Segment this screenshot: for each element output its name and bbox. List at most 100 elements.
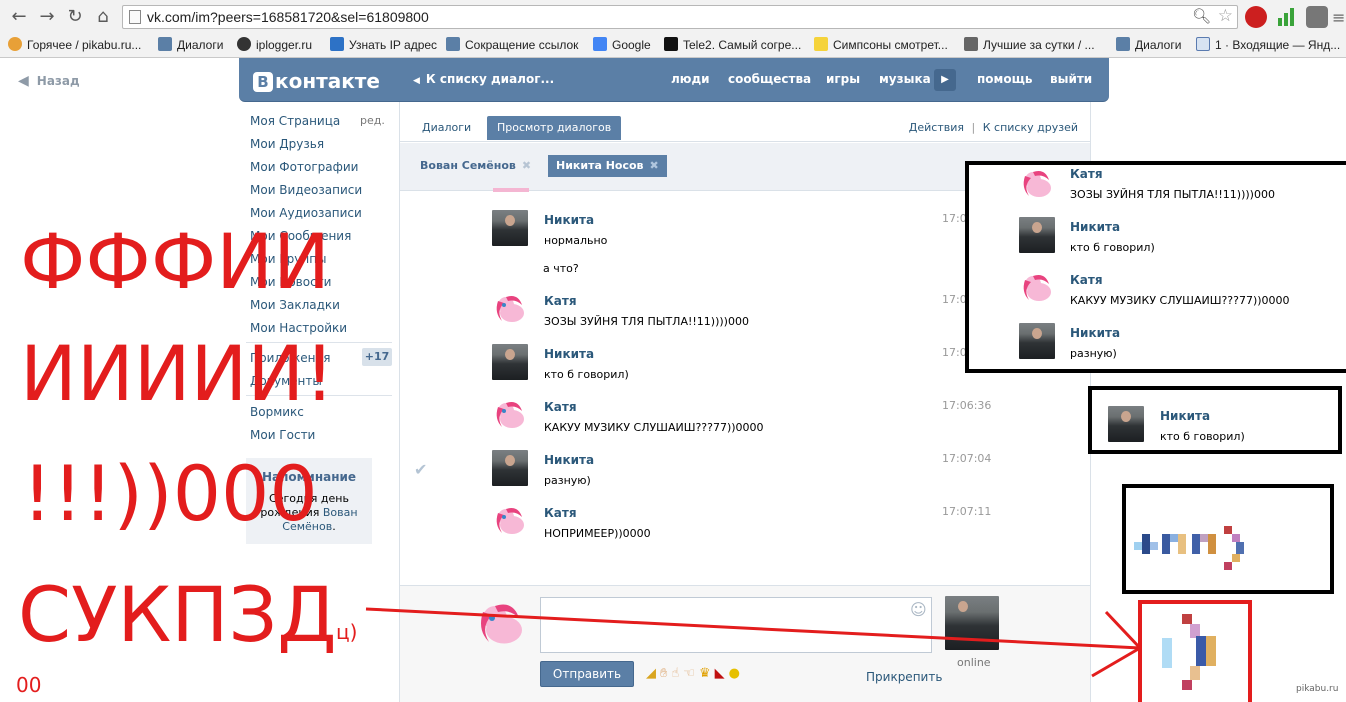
habr-icon bbox=[964, 37, 978, 51]
bookmark-item[interactable]: Google bbox=[593, 37, 651, 53]
message-author[interactable]: Катя bbox=[544, 506, 577, 520]
close-icon[interactable]: ✖︎ bbox=[522, 159, 531, 172]
message-author[interactable]: Никита bbox=[544, 347, 594, 361]
zoom-icon[interactable]: 🔍︎ bbox=[1192, 7, 1211, 25]
finger-icon[interactable]: ☜︎ bbox=[683, 666, 699, 681]
menu-videos[interactable]: Мои Видеозаписи bbox=[250, 183, 362, 197]
send-button[interactable]: Отправить bbox=[540, 661, 634, 687]
meme-text-line: !!!))000 bbox=[22, 449, 318, 538]
star-icon[interactable]: ☆ bbox=[1218, 6, 1233, 26]
tab-view-dialogs[interactable]: Просмотр диалогов bbox=[487, 116, 622, 140]
menu-guests[interactable]: Мои Гости bbox=[250, 428, 315, 442]
breadcrumb-dialogs[interactable]: ◀︎ К списку диалог... bbox=[413, 72, 554, 86]
avatar[interactable] bbox=[492, 210, 528, 246]
menu-edit-link[interactable]: ред. bbox=[360, 114, 385, 127]
iplogger-icon bbox=[237, 37, 251, 51]
back-arrow-icon[interactable]: ← bbox=[8, 6, 30, 28]
avatar bbox=[1108, 406, 1144, 442]
back-link[interactable]: ◀︎ Назад bbox=[18, 73, 80, 89]
reload-icon[interactable]: ↻ bbox=[64, 6, 86, 28]
crown-icon[interactable]: ♛︎ bbox=[699, 666, 715, 681]
actions-link[interactable]: Действия bbox=[909, 121, 964, 134]
pony-avatar[interactable] bbox=[492, 397, 528, 433]
vk-icon bbox=[446, 37, 460, 51]
bookmark-item[interactable]: Лучшие за сутки / ... bbox=[964, 37, 1095, 53]
pixelated-text-image bbox=[1134, 526, 1244, 570]
apps-count-badge[interactable]: +17 bbox=[362, 348, 392, 366]
shoe-icon[interactable]: ◣︎ bbox=[715, 666, 729, 681]
nav-games[interactable]: игры bbox=[826, 72, 860, 86]
bookmark-item[interactable]: Симпсоны смотрет... bbox=[814, 37, 948, 53]
pony-avatar[interactable] bbox=[492, 503, 528, 539]
friends-list-link[interactable]: К списку друзей bbox=[983, 121, 1078, 134]
nav-communities[interactable]: сообщества bbox=[728, 72, 811, 86]
message-author[interactable]: Никита bbox=[544, 213, 594, 227]
bookmark-item[interactable]: Узнать IP адрес bbox=[330, 37, 437, 53]
message-time: 17:06:36 bbox=[942, 399, 992, 412]
nav-help[interactable]: помощь bbox=[977, 72, 1032, 86]
pony-avatar[interactable] bbox=[492, 291, 528, 327]
meme-text-suffix: ц) bbox=[336, 620, 358, 644]
smiley-icon[interactable]: ☺︎ bbox=[910, 600, 927, 619]
menu-my-page[interactable]: Моя Страница bbox=[250, 114, 340, 128]
message-author[interactable]: Катя bbox=[544, 294, 577, 308]
nav-music[interactable]: музыка bbox=[879, 72, 931, 86]
peer-chip-selected[interactable]: Никита Носов ✖︎ bbox=[548, 155, 667, 177]
menu-friends[interactable]: Мои Друзья bbox=[250, 137, 324, 151]
menu-icon[interactable]: ≡ bbox=[1332, 8, 1345, 27]
message-text: КАКУУ МУЗИКУ СЛУШАИШ???77))0000 bbox=[544, 421, 764, 434]
signal-icon[interactable] bbox=[1276, 6, 1298, 28]
address-bar[interactable]: vk.com/im?peers=168581720&sel=61809800 🔍… bbox=[122, 5, 1238, 29]
meme-text-line: ФФФИИ bbox=[20, 217, 330, 306]
watermark: pikabu.ru bbox=[1296, 684, 1339, 694]
bookmarks-bar: Горячее / pikabu.ru... Диалоги iplogger.… bbox=[0, 34, 1346, 56]
simpsons-icon bbox=[814, 37, 828, 51]
message-input[interactable] bbox=[540, 597, 932, 653]
message-text: нормально bbox=[544, 234, 608, 247]
nav-people[interactable]: люди bbox=[671, 72, 710, 86]
pixel-zoom-box bbox=[1122, 484, 1334, 594]
menu-photos[interactable]: Мои Фотографии bbox=[250, 160, 358, 174]
bookmark-item[interactable]: Сокращение ссылок bbox=[446, 37, 578, 53]
peer-chip[interactable]: Вован Семёнов ✖︎ bbox=[412, 155, 539, 177]
vk-logo[interactable]: Вконтакте bbox=[253, 69, 380, 93]
close-icon[interactable]: ✖︎ bbox=[650, 159, 659, 172]
banana-icon[interactable]: ◢︎ bbox=[646, 666, 660, 681]
bookmark-item[interactable]: iplogger.ru bbox=[237, 37, 312, 53]
hand-icon[interactable]: ✋︎ bbox=[660, 666, 671, 681]
read-check-icon: ✔︎ bbox=[414, 460, 428, 479]
zoom-author: Катя bbox=[1070, 167, 1103, 181]
vk-header: Вконтакте ◀︎ К списку диалог... люди сооб… bbox=[239, 58, 1109, 102]
bulb-icon[interactable]: ●︎ bbox=[729, 666, 744, 681]
reminder-friend-link[interactable]: Вован bbox=[323, 506, 358, 519]
pikabu-icon bbox=[8, 37, 22, 51]
message-author[interactable]: Катя bbox=[544, 400, 577, 414]
profile-avatar[interactable] bbox=[1306, 6, 1328, 28]
message-author[interactable]: Никита bbox=[544, 453, 594, 467]
bookmark-item[interactable]: 1 · Входящие — Янд... bbox=[1196, 37, 1340, 53]
vk-icon bbox=[1116, 37, 1130, 51]
attach-link[interactable]: Прикрепить bbox=[866, 670, 942, 684]
adblock-icon[interactable] bbox=[1245, 6, 1267, 28]
emoji-bar[interactable]: ◢︎✋︎☝︎☜︎♛︎◣︎●︎ bbox=[646, 666, 744, 681]
focus-text: кто б говорил) bbox=[1160, 430, 1245, 443]
point-icon[interactable]: ☝︎ bbox=[671, 666, 683, 681]
home-icon[interactable]: ⌂ bbox=[92, 6, 114, 28]
bookmark-item[interactable]: Tele2. Самый согре... bbox=[664, 37, 801, 53]
avatar[interactable] bbox=[492, 450, 528, 486]
partner-avatar[interactable] bbox=[945, 596, 999, 650]
nav-logout[interactable]: выйти bbox=[1050, 72, 1092, 86]
bookmark-item[interactable]: Горячее / pikabu.ru... bbox=[8, 37, 141, 53]
message-text: НОПРИМЕЕР))0000 bbox=[544, 527, 651, 540]
pony-avatar bbox=[1023, 275, 1051, 301]
forward-arrow-icon[interactable]: → bbox=[36, 6, 58, 28]
bookmark-item[interactable]: Диалоги bbox=[1116, 37, 1181, 53]
mail-icon bbox=[1196, 37, 1210, 51]
tab-dialogs[interactable]: Диалоги bbox=[412, 116, 481, 140]
zoom-author: Катя bbox=[1070, 273, 1103, 287]
bookmark-item[interactable]: Диалоги bbox=[158, 37, 223, 53]
play-icon[interactable]: ▶︎ bbox=[934, 69, 956, 91]
pony-avatar[interactable] bbox=[474, 597, 528, 651]
link-separator: | bbox=[971, 121, 976, 134]
avatar[interactable] bbox=[492, 344, 528, 380]
